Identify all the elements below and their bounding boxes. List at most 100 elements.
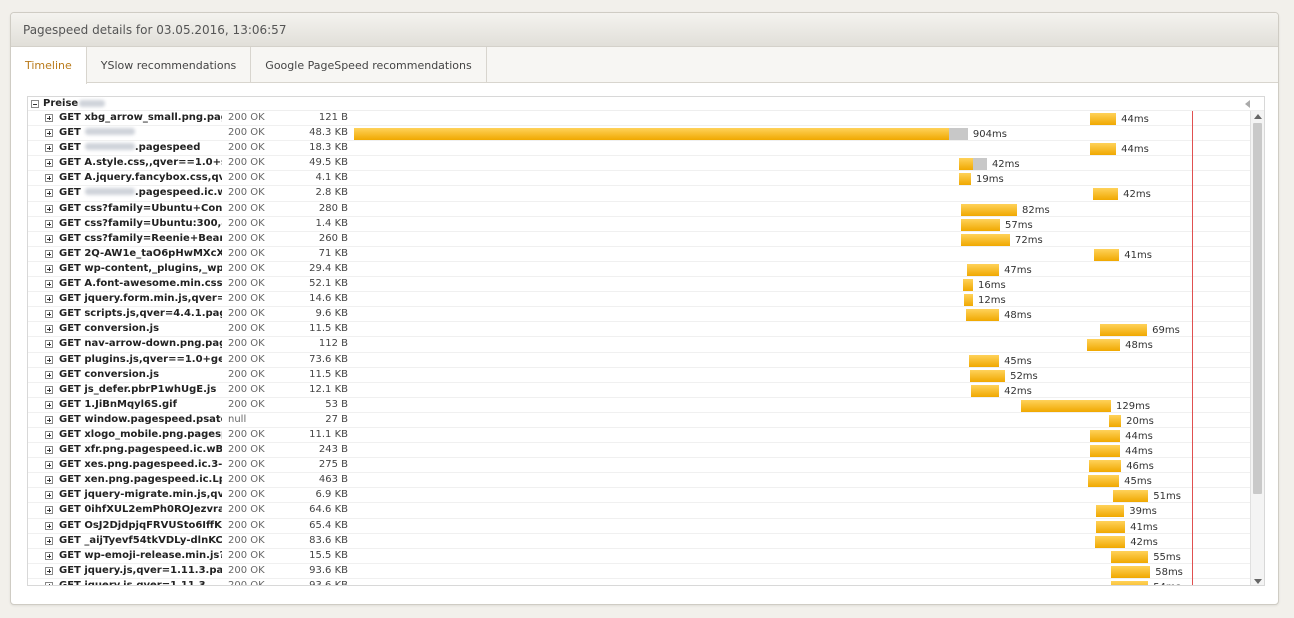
expand-icon[interactable] — [45, 204, 53, 213]
expand-icon[interactable] — [45, 355, 53, 364]
expand-icon[interactable] — [45, 189, 53, 198]
expand-icon[interactable] — [45, 446, 53, 455]
expand-icon[interactable] — [45, 174, 53, 183]
expand-icon[interactable] — [45, 491, 53, 500]
request-row[interactable]: GET .pagespeed 200 OK 18.3 KB 44ms — [28, 141, 1250, 157]
request-row[interactable]: GET A.style.css,,qver==1.0+style200 OK49… — [28, 156, 1250, 172]
request-row[interactable]: GET conversion.js 200 OK 11.5 KB 52ms — [28, 368, 1250, 383]
request-row[interactable]: GET .pagespeed.ic.w 200 OK 2.8 KB 42ms — [28, 186, 1250, 202]
expand-icon[interactable] — [45, 566, 53, 575]
timing-label: 42ms — [1004, 385, 1032, 397]
expand-icon[interactable] — [45, 476, 53, 485]
request-row[interactable]: GET css?family=Ubuntu:300,400,200 OK1.4 … — [28, 217, 1250, 232]
request-row[interactable]: GET wp-content,_plugins,_wp-po200 OK29.4… — [28, 262, 1250, 278]
request-size: 48.3 KB — [309, 127, 348, 139]
request-row[interactable]: GET A.jquery.fancybox.css,qver=200 OK4.1… — [28, 171, 1250, 187]
expand-icon[interactable] — [45, 430, 53, 439]
tab-timeline[interactable]: Timeline — [11, 47, 87, 84]
expand-icon[interactable] — [45, 415, 53, 424]
timing-label: 44ms — [1125, 430, 1153, 442]
request-row[interactable]: GET xen.png.pagespeed.ic.LpFt7200 OK463 … — [28, 473, 1250, 489]
expand-icon[interactable] — [45, 295, 53, 304]
timing-label: 41ms — [1130, 521, 1158, 533]
request-row[interactable]: GET jquery-migrate.min.js,qver=200 OK6.9… — [28, 488, 1250, 504]
request-size: 280 B — [318, 202, 348, 214]
expand-icon[interactable] — [45, 551, 53, 560]
timing-label: 55ms — [1153, 551, 1181, 563]
request-row[interactable]: GET 200 OK 48.3 KB 904ms — [28, 126, 1250, 142]
receive-segment — [1090, 143, 1117, 156]
receive-segment — [1095, 535, 1126, 548]
tab-google-pagespeed-recommendations[interactable]: Google PageSpeed recommendations — [251, 47, 487, 83]
request-size: 11.5 KB — [309, 323, 348, 335]
receive-segment — [964, 294, 974, 307]
collapse-icon[interactable] — [31, 99, 39, 108]
scroll-up-icon[interactable] — [1254, 114, 1262, 119]
timing-bar: 42ms — [1095, 535, 1158, 548]
expand-icon[interactable] — [45, 264, 53, 273]
request-row[interactable]: GET 2Q-AW1e_taO6pHwMXcXW9200 OK71 KB41ms — [28, 247, 1250, 262]
scroll-down-icon[interactable] — [1254, 579, 1262, 584]
request-row[interactable]: GET OsJ2DjdpjqFRVUSto6IffKCW 200 OK 65.4 K… — [28, 519, 1250, 534]
expand-icon[interactable] — [45, 400, 53, 409]
request-row[interactable]: GET xes.png.pagespeed.ic.3-2IM200 OK275 … — [28, 458, 1250, 474]
tab-yslow-recommendations[interactable]: YSlow recommendations — [87, 47, 252, 83]
timing-bar: 129ms — [1021, 399, 1150, 412]
request-row[interactable]: GET wp-emoji-release.min.js?ver200 OK15.… — [28, 549, 1250, 564]
request-row[interactable]: GET 0ihfXUL2emPh0ROJezvraKC 200 OK 64.6 KB… — [28, 503, 1250, 519]
receive-segment — [1021, 399, 1112, 412]
request-row[interactable]: GET jquery.js,qver=1.11.3200 OK93.6 KB54… — [28, 579, 1250, 585]
timing-label: 42ms — [991, 159, 1020, 171]
request-row[interactable]: GET conversion.js 200 OK 11.5 KB 69ms — [28, 322, 1250, 338]
expand-icon[interactable] — [45, 521, 53, 530]
expand-icon[interactable] — [45, 234, 53, 243]
expand-icon[interactable] — [45, 159, 53, 168]
request-row[interactable]: GET A.font-awesome.min.css+cu200 OK52.1 … — [28, 277, 1250, 293]
expand-icon[interactable] — [45, 385, 53, 394]
expand-icon[interactable] — [45, 280, 53, 289]
request-row[interactable]: GET _aijTyevf54tkVDLy-dlnKCWc 200 OK 83.6 … — [28, 534, 1250, 549]
expand-icon[interactable] — [45, 219, 53, 228]
timing-bar: 42ms — [958, 158, 1020, 171]
tree-root[interactable]: Preise — [28, 97, 1264, 111]
request-row[interactable]: GET window.pagespeed.psatempnull27 B20ms — [28, 413, 1250, 428]
timing-label: 47ms — [1004, 264, 1032, 276]
scroll-thumb[interactable] — [1253, 123, 1262, 494]
request-row[interactable]: GET scripts.js,qver=4.4.1.pagesp200 OK9.… — [28, 307, 1250, 323]
expand-icon[interactable] — [45, 506, 53, 515]
request-row[interactable]: GET jquery.form.min.js,qver=3.51200 OK14… — [28, 292, 1250, 308]
expand-icon[interactable] — [45, 370, 53, 379]
timing-bar: 41ms — [1094, 248, 1152, 261]
receive-segment — [1109, 414, 1122, 427]
request-name: GET conversion.js — [59, 323, 160, 335]
request-row[interactable]: GET js_defer.pbrP1whUgE.js 200 OK 12.1 KB 4… — [28, 383, 1250, 398]
expand-icon[interactable] — [45, 129, 53, 138]
request-row[interactable]: GET css?family=Ubuntu+Condensed200 OK280… — [28, 202, 1250, 217]
receive-segment — [969, 354, 1000, 367]
request-row[interactable]: GET css?family=Reenie+Beanie 200 OK 260 B7… — [28, 232, 1250, 247]
request-row[interactable]: GET nav-arrow-down.png.pages 200 OK 112 B4… — [28, 337, 1250, 353]
timing-label: 69ms — [1152, 325, 1180, 337]
expand-icon[interactable] — [45, 325, 53, 334]
redacted-text — [79, 100, 106, 107]
request-name: GET OsJ2DjdpjqFRVUSto6IffKCW — [59, 519, 222, 531]
request-name: GET xes.png.pagespeed.ic.3-2IM — [59, 459, 222, 471]
request-row[interactable]: GET xlogo_mobile.png.pagespee200 OK11.1 … — [28, 428, 1250, 444]
expand-icon[interactable] — [45, 536, 53, 545]
request-row[interactable]: GET 1.JiBnMqyl6S.gif 200 OK 53 B 129ms — [28, 398, 1250, 413]
timing-label: 20ms — [1126, 415, 1154, 427]
expand-icon[interactable] — [45, 461, 53, 470]
expand-icon[interactable] — [45, 249, 53, 258]
expand-icon[interactable] — [45, 340, 53, 349]
expand-icon[interactable] — [45, 144, 53, 153]
expand-icon[interactable] — [45, 310, 53, 319]
vertical-scrollbar[interactable] — [1250, 111, 1264, 585]
expand-icon[interactable] — [45, 581, 53, 585]
request-row[interactable]: GET xfr.png.pagespeed.ic.wB10q200 OK243 … — [28, 443, 1250, 459]
arrow-left-icon[interactable] — [1245, 100, 1250, 108]
request-row[interactable]: GET jquery.js,qver=1.11.3.pages200 OK93.… — [28, 564, 1250, 579]
request-row[interactable]: GET xbg_arrow_small.png.pagespeed200 OK1… — [28, 111, 1250, 127]
timing-bar: 48ms — [966, 309, 1032, 322]
request-row[interactable]: GET plugins.js,qver==1.0+gener200 OK73.6… — [28, 353, 1250, 368]
expand-icon[interactable] — [45, 114, 53, 122]
